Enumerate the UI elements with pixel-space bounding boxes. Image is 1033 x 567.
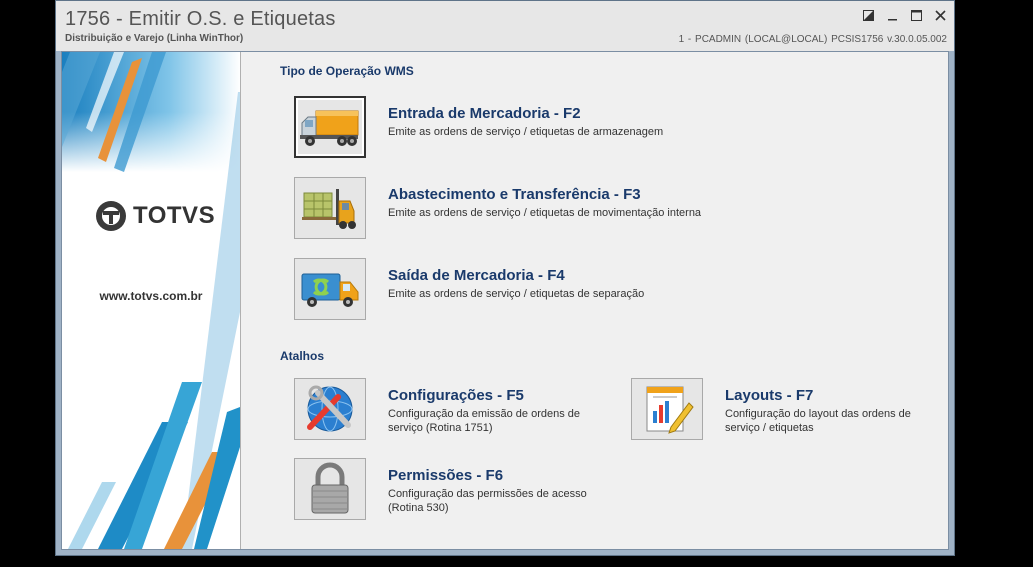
saida-title[interactable]: Saída de Mercadoria - F4	[388, 267, 565, 284]
brand-url: www.totvs.com.br	[99, 289, 203, 303]
entrada-mercadoria-option[interactable]: Entrada de Mercadoria - F2 Emite as orde…	[294, 96, 663, 158]
permissoes-desc: Configuração das permissões de acesso (R…	[388, 488, 587, 514]
truck-loaded-icon[interactable]	[294, 96, 366, 158]
permissoes-title[interactable]: Permissões - F6	[388, 467, 503, 484]
entrada-desc: Emite as ordens de serviço / etiquetas d…	[388, 126, 664, 138]
close-icon[interactable]	[932, 7, 948, 23]
window-title: 1756 - Emitir O.S. e Etiquetas	[65, 8, 336, 30]
layouts-desc: Configuração do layout das ordens de ser…	[725, 408, 911, 434]
padlock-icon[interactable]	[294, 458, 366, 520]
main-panel: TOTVS www.totvs.com.br Tipo de Operação …	[61, 51, 949, 550]
totvs-logo: TOTVS	[95, 200, 215, 232]
totvs-logo-icon	[96, 201, 126, 231]
session-info: 1 - PCADMIN (LOCAL@LOCAL) PCSIS1756 v.30…	[678, 34, 947, 45]
saida-desc: Emite as ordens de serviço / etiquetas d…	[388, 288, 645, 300]
saida-mercadoria-option[interactable]: Saída de Mercadoria - F4 Emite as ordens…	[294, 258, 654, 320]
configuracoes-title[interactable]: Configurações - F5	[388, 387, 524, 404]
forklift-icon[interactable]	[294, 177, 366, 239]
entrada-title[interactable]: Entrada de Mercadoria - F2	[388, 105, 581, 122]
delivery-truck-icon[interactable]	[294, 258, 366, 320]
layouts-option[interactable]: Layouts - F7 Configuração do layout das …	[631, 378, 931, 440]
window-controls	[860, 7, 948, 23]
section-wms: Tipo de Operação WMS	[280, 64, 414, 78]
app-window: 1756 - Emitir O.S. e Etiquetas Distribui…	[55, 0, 955, 556]
layouts-title[interactable]: Layouts - F7	[725, 387, 813, 404]
title-bar[interactable]: 1756 - Emitir O.S. e Etiquetas Distribui…	[56, 1, 954, 51]
window-subtitle: Distribuição e Varejo (Linha WinThor)	[65, 33, 244, 44]
permissoes-option[interactable]: Permissões - F6 Configuração das permiss…	[294, 458, 614, 520]
configuracoes-desc: Configuração da emissão de ordens de ser…	[388, 408, 581, 434]
tools-globe-icon[interactable]	[294, 378, 366, 440]
section-shortcuts: Atalhos	[280, 349, 325, 363]
abastecimento-option[interactable]: Abastecimento e Transferência - F3 Emite…	[294, 177, 714, 239]
abastecimento-desc: Emite as ordens de serviço / etiquetas d…	[388, 207, 702, 219]
maximize-icon[interactable]	[908, 7, 924, 23]
abastecimento-title[interactable]: Abastecimento e Transferência - F3	[388, 186, 641, 203]
document-edit-icon[interactable]	[631, 378, 703, 440]
resize-icon[interactable]	[860, 7, 876, 23]
brand-sidebar: TOTVS www.totvs.com.br	[62, 52, 241, 549]
minimize-icon[interactable]	[884, 7, 900, 23]
configuracoes-option[interactable]: Configurações - F5 Configuração da emiss…	[294, 378, 614, 440]
brand-name: TOTVS	[133, 202, 216, 229]
